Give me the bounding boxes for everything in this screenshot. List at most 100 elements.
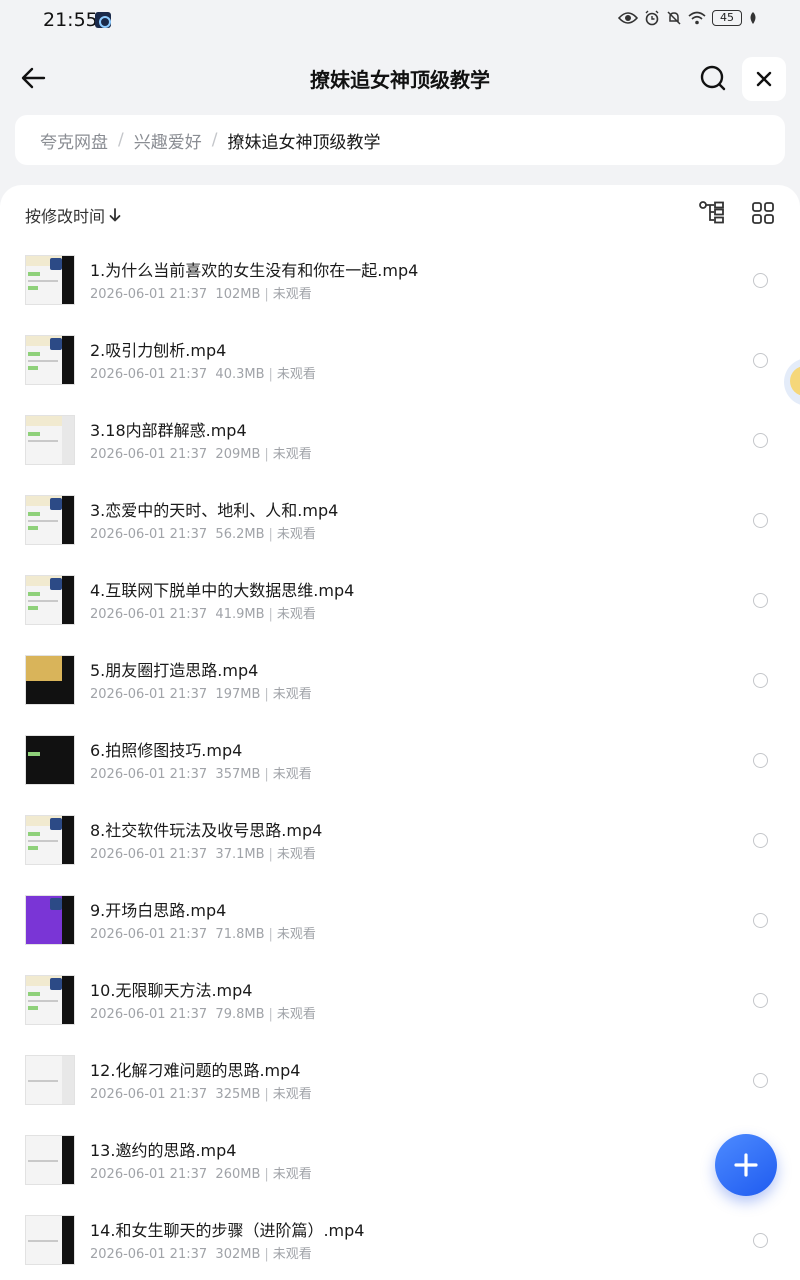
- video-thumbnail: [25, 495, 75, 545]
- video-thumbnail: [25, 975, 75, 1025]
- file-row[interactable]: 12.化解刁难问题的思路.mp4 2026-06-01 21:37 325MB |…: [0, 1040, 800, 1120]
- file-row[interactable]: 1.为什么当前喜欢的女生没有和你在一起.mp4 2026-06-01 21:37…: [0, 240, 800, 320]
- file-list: 1.为什么当前喜欢的女生没有和你在一起.mp4 2026-06-01 21:37…: [0, 240, 800, 1280]
- watch-status: 未观看: [276, 1007, 316, 1022]
- select-radio[interactable]: [753, 833, 768, 848]
- file-row[interactable]: 4.互联网下脱单中的大数据思维.mp4 2026-06-01 21:37 41.…: [0, 560, 800, 640]
- file-row[interactable]: 3.恋爱中的天时、地利、人和.mp4 2026-06-01 21:37 56.2…: [0, 480, 800, 560]
- file-panel: 按修改时间 1.为什么当前喜欢的女生没有和你在一起.mp4 2026-06-01…: [0, 185, 800, 1280]
- status-icons: 45: [618, 10, 758, 26]
- file-name: 3.18内部群解惑.mp4: [90, 421, 247, 440]
- file-row[interactable]: 2.吸引力刨析.mp4 2026-06-01 21:37 40.3MB | 未观看: [0, 320, 800, 400]
- select-radio[interactable]: [753, 913, 768, 928]
- search-button[interactable]: [699, 64, 727, 92]
- file-row[interactable]: 14.和女生聊天的步骤（进阶篇）.mp4 2026-06-01 21:37 30…: [0, 1200, 800, 1280]
- add-button[interactable]: [715, 1134, 777, 1196]
- video-thumbnail: [25, 655, 75, 705]
- page-title: 撩妹追女神顶级教学: [310, 68, 490, 92]
- file-date: 2026-06-01 21:37: [90, 607, 208, 622]
- file-row[interactable]: 10.无限聊天方法.mp4 2026-06-01 21:37 79.8MB | 未观…: [0, 960, 800, 1040]
- file-date: 2026-06-01 21:37: [90, 1167, 208, 1182]
- close-button[interactable]: [742, 57, 786, 101]
- file-date: 2026-06-01 21:37: [90, 447, 208, 462]
- file-row[interactable]: 13.邀约的思路.mp4 2026-06-01 21:37 260MB | 未观看: [0, 1120, 800, 1200]
- file-size: 37.1MB: [215, 847, 265, 862]
- file-meta: 2026-06-01 21:37 37.1MB | 未观看: [90, 847, 316, 862]
- video-thumbnail: [25, 1055, 75, 1105]
- file-name: 4.互联网下脱单中的大数据思维.mp4: [90, 581, 355, 600]
- breadcrumb-separator: /: [211, 130, 218, 150]
- close-icon: [756, 71, 772, 87]
- tree-view-icon: [699, 201, 724, 224]
- file-date: 2026-06-01 21:37: [90, 767, 208, 782]
- watch-status: 未观看: [276, 607, 316, 622]
- file-meta: 2026-06-01 21:37 41.9MB | 未观看: [90, 607, 316, 622]
- file-name: 3.恋爱中的天时、地利、人和.mp4: [90, 501, 339, 520]
- file-date: 2026-06-01 21:37: [90, 1247, 208, 1262]
- file-meta: 2026-06-01 21:37 40.3MB | 未观看: [90, 367, 316, 382]
- sort-button[interactable]: 按修改时间: [25, 203, 121, 227]
- tree-view-button[interactable]: [698, 200, 726, 226]
- select-radio[interactable]: [753, 433, 768, 448]
- video-thumbnail: [25, 575, 75, 625]
- file-date: 2026-06-01 21:37: [90, 1007, 208, 1022]
- file-row[interactable]: 3.18内部群解惑.mp4 2026-06-01 21:37 209MB | 未观看: [0, 400, 800, 480]
- file-meta: 2026-06-01 21:37 357MB | 未观看: [90, 767, 312, 782]
- video-thumbnail: [25, 335, 75, 385]
- eye-icon: [618, 12, 638, 24]
- file-name: 13.邀约的思路.mp4: [90, 1141, 237, 1160]
- breadcrumb-item-hobbies[interactable]: 兴趣爱好: [134, 128, 202, 153]
- video-thumbnail: [25, 1135, 75, 1185]
- file-meta: 2026-06-01 21:37 79.8MB | 未观看: [90, 1007, 316, 1022]
- watch-status: 未观看: [272, 687, 312, 702]
- select-radio[interactable]: [753, 753, 768, 768]
- file-size: 102MB: [215, 287, 261, 302]
- video-thumbnail: [25, 815, 75, 865]
- file-meta: 2026-06-01 21:37 197MB | 未观看: [90, 687, 312, 702]
- watch-status: 未观看: [272, 1167, 312, 1182]
- mute-icon: [667, 11, 681, 25]
- select-radio[interactable]: [753, 593, 768, 608]
- watch-status: 未观看: [272, 1087, 312, 1102]
- watch-status: 未观看: [276, 847, 316, 862]
- select-radio[interactable]: [753, 273, 768, 288]
- grid-view-button[interactable]: [750, 200, 776, 226]
- breadcrumb-item-root[interactable]: 夸克网盘: [40, 128, 108, 153]
- video-thumbnail: [25, 895, 75, 945]
- select-radio[interactable]: [753, 513, 768, 528]
- search-icon: [700, 65, 726, 91]
- video-thumbnail: [25, 735, 75, 785]
- file-name: 1.为什么当前喜欢的女生没有和你在一起.mp4: [90, 261, 419, 280]
- status-time: 21:55: [43, 9, 98, 31]
- file-meta: 2026-06-01 21:37 102MB | 未观看: [90, 287, 312, 302]
- select-radio[interactable]: [753, 1073, 768, 1088]
- file-row[interactable]: 5.朋友圈打造思路.mp4 2026-06-01 21:37 197MB | 未观看: [0, 640, 800, 720]
- file-meta: 2026-06-01 21:37 209MB | 未观看: [90, 447, 312, 462]
- grid-view-icon: [752, 202, 774, 224]
- file-size: 41.9MB: [215, 607, 265, 622]
- watch-status: 未观看: [276, 367, 316, 382]
- file-row[interactable]: 9.开场白思路.mp4 2026-06-01 21:37 71.8MB | 未观看: [0, 880, 800, 960]
- file-meta: 2026-06-01 21:37 71.8MB | 未观看: [90, 927, 316, 942]
- file-date: 2026-06-01 21:37: [90, 527, 208, 542]
- select-radio[interactable]: [753, 1233, 768, 1248]
- select-radio[interactable]: [753, 993, 768, 1008]
- file-date: 2026-06-01 21:37: [90, 847, 208, 862]
- breadcrumb-separator: /: [118, 130, 124, 150]
- file-size: 357MB: [215, 767, 261, 782]
- select-radio[interactable]: [753, 353, 768, 368]
- alarm-icon: [645, 10, 659, 26]
- select-radio[interactable]: [753, 673, 768, 688]
- file-date: 2026-06-01 21:37: [90, 367, 208, 382]
- file-size: 197MB: [215, 687, 261, 702]
- file-size: 325MB: [215, 1087, 261, 1102]
- file-row[interactable]: 8.社交软件玩法及收号思路.mp4 2026-06-01 21:37 37.1M…: [0, 800, 800, 880]
- file-row[interactable]: 6.拍照修图技巧.mp4 2026-06-01 21:37 357MB | 未观看: [0, 720, 800, 800]
- watch-status: 未观看: [272, 287, 312, 302]
- file-name: 5.朋友圈打造思路.mp4: [90, 661, 259, 680]
- watch-status: 未观看: [276, 927, 316, 942]
- arrow-down-icon: [109, 208, 121, 222]
- file-size: 56.2MB: [215, 527, 265, 542]
- file-date: 2026-06-01 21:37: [90, 687, 208, 702]
- file-date: 2026-06-01 21:37: [90, 927, 208, 942]
